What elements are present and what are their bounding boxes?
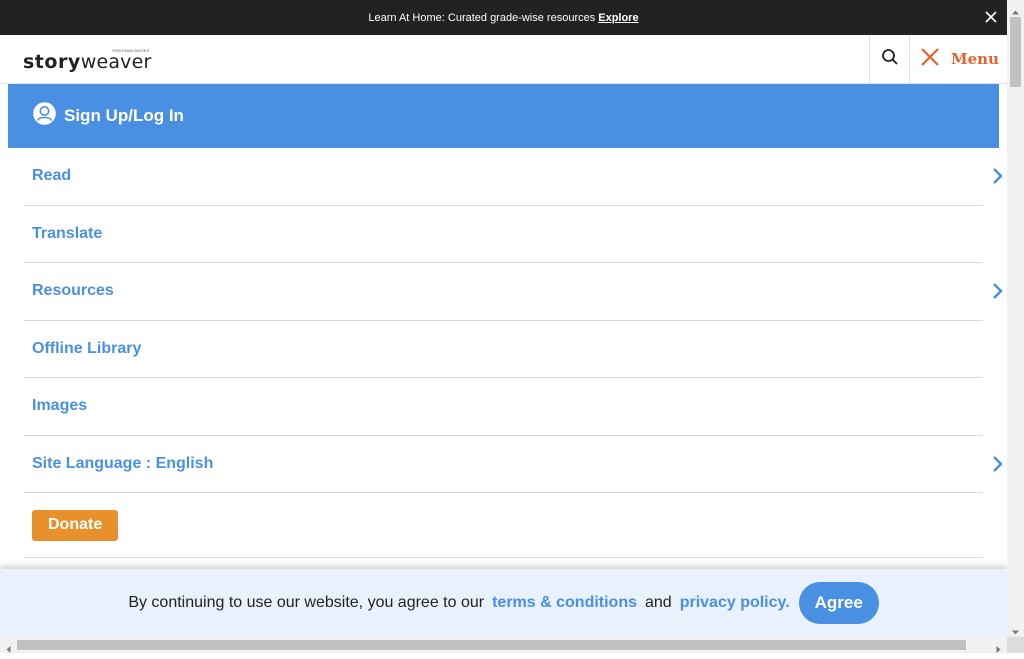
menu-item-images[interactable]: Images	[24, 378, 983, 436]
consent-banner: By continuing to use our website, you ag…	[0, 569, 1007, 637]
menu-label: Menu	[951, 50, 999, 68]
menu-item-label: Translate	[32, 224, 103, 242]
terms-link[interactable]: terms & conditions	[492, 594, 637, 612]
vertical-scrollbar[interactable]	[1007, 0, 1024, 637]
consent-prefix-text: By continuing to use our website, you ag…	[128, 594, 485, 611]
scroll-down-arrow-icon[interactable]	[1011, 624, 1020, 635]
horizontal-scrollbar[interactable]	[0, 637, 1007, 653]
horizontal-scroll-thumb[interactable]	[17, 640, 966, 650]
menu-item-translate[interactable]: Translate	[24, 206, 983, 263]
scrollbar-corner	[1007, 637, 1024, 653]
privacy-link[interactable]: privacy policy.	[680, 594, 790, 612]
site-header: story weaver PRATHAM BOOKS Menu	[0, 35, 1007, 84]
close-icon[interactable]	[983, 9, 999, 25]
consent-and-text: and	[645, 594, 672, 611]
donate-row: Donate	[24, 493, 983, 558]
menu-item-resources[interactable]: Resources	[24, 263, 1003, 321]
menu-item-offline-library[interactable]: Offline Library	[24, 321, 983, 378]
donate-button[interactable]: Donate	[32, 509, 119, 541]
menu-item-site-language[interactable]: Site Language : English	[24, 436, 1003, 493]
close-x-icon	[920, 47, 940, 72]
signup-label: Sign Up/Log In	[64, 106, 184, 125]
announcement-bar: Learn At Home: Curated grade-wise resour…	[0, 0, 1007, 35]
logo-story-text: story	[23, 51, 81, 73]
search-icon	[881, 48, 899, 71]
signup-login-bar[interactable]: Sign Up/Log In	[8, 84, 999, 148]
announcement-message: Learn At Home: Curated grade-wise resour…	[368, 11, 596, 24]
scroll-left-arrow-icon[interactable]	[4, 641, 13, 653]
chevron-right-icon	[991, 455, 1005, 473]
user-icon	[32, 101, 57, 131]
menu-item-label: Images	[32, 397, 88, 415]
menu-item-read[interactable]: Read	[24, 148, 1003, 206]
storyweaver-logo[interactable]: story weaver PRATHAM BOOKS	[23, 46, 152, 74]
menu-toggle-button[interactable]: Menu	[920, 35, 999, 83]
agree-button[interactable]: Agree	[798, 582, 879, 624]
explore-link[interactable]: Explore	[598, 12, 638, 24]
chevron-right-icon	[991, 282, 1005, 300]
menu-item-label: Site Language : English	[32, 454, 214, 472]
chevron-right-icon	[991, 167, 1005, 185]
vertical-scroll-thumb[interactable]	[1010, 17, 1021, 87]
scroll-up-arrow-icon[interactable]	[1011, 4, 1020, 15]
scroll-right-arrow-icon[interactable]	[994, 641, 1003, 653]
menu-list: Read Translate Resources Offline Library…	[24, 148, 1003, 558]
menu-item-label: Offline Library	[32, 339, 142, 357]
logo-weaver-text: weaver	[80, 51, 152, 73]
logo-tagline: PRATHAM BOOKS	[112, 48, 150, 53]
page-viewport: Learn At Home: Curated grade-wise resour…	[0, 0, 1007, 637]
menu-item-label: Read	[32, 167, 72, 185]
search-button[interactable]	[869, 35, 910, 83]
menu-item-label: Resources	[32, 282, 114, 300]
